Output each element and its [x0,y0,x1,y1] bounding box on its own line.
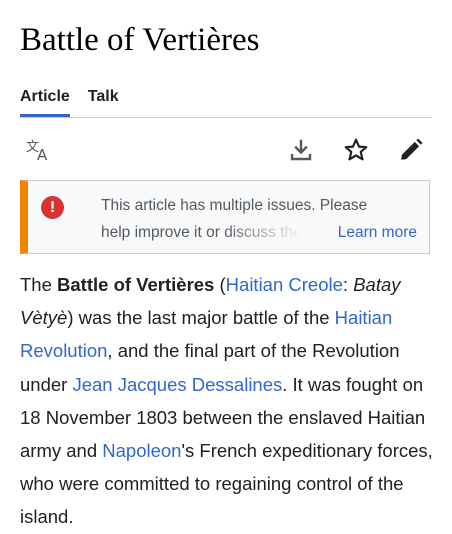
article-bold-title: Battle of Vertières [57,274,215,295]
tab-article[interactable]: Article [20,86,70,117]
learn-more-link[interactable]: Learn more [333,219,417,246]
edit-pencil-icon[interactable] [397,136,425,164]
svg-text:A: A [37,146,48,162]
issues-notice[interactable]: ! This article has multiple issues. Plea… [20,180,430,254]
exclamation-icon: ! [41,196,64,219]
link-haitian-creole[interactable]: Haitian Creole [226,274,343,295]
article-text-3: : [342,274,354,295]
notice-line-1: This article has multiple issues. Please [101,197,368,214]
article-lead-paragraph: The Battle of Vertières (Haitian Creole:… [20,268,434,534]
download-icon[interactable] [287,136,315,164]
page-title: Battle of Vertières [20,22,260,58]
tab-divider [20,117,432,118]
link-napoleon[interactable]: Napoleon [102,440,181,461]
article-text-2: ( [214,274,226,295]
article-text-1: The [20,274,58,295]
article-text-4: ) was the last major battle of the [67,307,335,329]
language-icon[interactable]: 文 A [24,136,52,164]
tab-talk[interactable]: Talk [88,86,119,117]
star-icon[interactable] [342,136,370,164]
page-tabs: Article Talk [20,86,119,117]
link-jean-jacques-dessalines[interactable]: Jean Jacques Dessalines [72,374,282,395]
notice-line-2-text: help improve it or discuss the [101,224,302,241]
